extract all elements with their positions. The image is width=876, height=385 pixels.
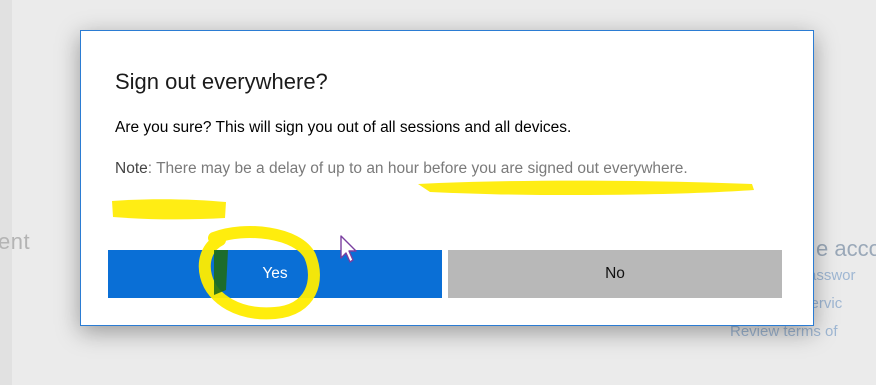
background-link-password[interactable]: asswor <box>808 262 876 290</box>
yes-button[interactable]: Yes <box>108 250 442 298</box>
note-text: : There may be a delay of up to an hour … <box>147 160 688 177</box>
sign-out-dialog: Sign out everywhere? Are you sure? This … <box>80 30 814 326</box>
background-account-heading: e acco <box>816 236 876 261</box>
background-heading-fragment: ent <box>0 229 31 254</box>
no-button[interactable]: No <box>448 250 782 298</box>
dialog-note: Note: There may be a delay of up to an h… <box>115 157 775 181</box>
dialog-message: Are you sure? This will sign you out of … <box>115 119 572 136</box>
note-label: Note <box>115 160 148 177</box>
page: ent e acco asswor Set up self servic Rev… <box>0 0 876 385</box>
dialog-title: Sign out everywhere? <box>115 69 328 94</box>
